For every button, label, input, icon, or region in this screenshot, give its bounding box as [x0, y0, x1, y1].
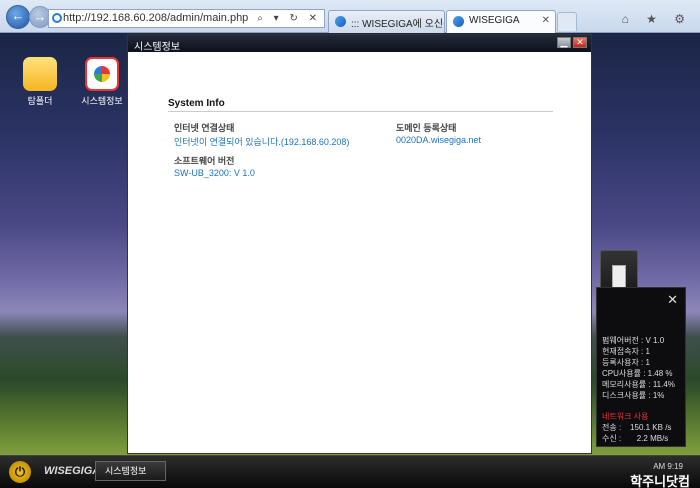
- ie-icon: [52, 13, 62, 23]
- network-usage-title: 네트워크 사용: [602, 412, 649, 421]
- section-title: System Info: [168, 98, 225, 109]
- internet-status-value: 인터넷이 연결되어 있습니다.(192.168.60.208): [174, 137, 350, 147]
- tab-label: ::: WISEGIGA에 오신것을 환영...: [351, 19, 444, 30]
- firmware-row: 펌웨어버전 : V 1.0: [602, 336, 665, 345]
- watermark-text: 학주니닷컴: [630, 474, 690, 488]
- desktop-icon-folder[interactable]: 탐폴더: [18, 57, 62, 107]
- home-favorites-settings-icon[interactable]: ⌂ ★ ⚙: [622, 12, 692, 26]
- system-status-widget: ✕ 펌웨어버전 : V 1.0 현재접속자 : 1 등록사용자 : 1 CPU사…: [596, 287, 686, 447]
- internet-status-label: 인터넷 연결상태: [174, 123, 235, 133]
- tab-favicon-icon: [335, 16, 346, 27]
- new-tab-button[interactable]: [557, 12, 577, 31]
- domain-status-label: 도메인 등록상태: [396, 123, 457, 133]
- system-info-window: 시스템정보 ▁ ✕ System Info 인터넷 연결상태 인터넷이 연결되어 …: [127, 34, 592, 454]
- current-users-row: 현재접속자 : 1: [602, 347, 650, 356]
- brand-logo: WISEGIGA: [44, 465, 101, 477]
- window-content: System Info 인터넷 연결상태 인터넷이 연결되어 있습니다.(192…: [128, 52, 591, 453]
- tab-wisegiga[interactable]: WISEGIGA ✕: [446, 10, 556, 33]
- domain-status-value: 0020DA.wisegiga.net: [396, 135, 482, 145]
- back-button[interactable]: ←: [6, 5, 30, 29]
- desktop-icon-label: 탐폴더: [27, 96, 53, 106]
- address-actions-icon[interactable]: ⌕ ▾ ↻ ✕: [257, 10, 321, 27]
- software-version-value: SW-UB_3200: V 1.0: [174, 168, 255, 178]
- clock: AM 9:19: [653, 462, 683, 471]
- tab-label: WISEGIGA: [469, 15, 520, 26]
- close-button[interactable]: ✕: [573, 37, 587, 48]
- cpu-usage-row: CPU사용률 : 1.48 %: [602, 369, 673, 378]
- system-info-icon: [85, 57, 119, 91]
- url-text: http://192.168.60.208/admin/main.php: [63, 12, 249, 24]
- taskbar: ⏻ WISEGIGA 시스템정보 AM 9:19 학주니닷컴: [0, 455, 700, 488]
- address-bar[interactable]: http://192.168.60.208/admin/main.php ⌕ ▾…: [48, 9, 325, 28]
- minimize-button[interactable]: ▁: [557, 37, 571, 48]
- folder-icon: [23, 57, 57, 91]
- tab-favicon-icon: [453, 16, 464, 27]
- desktop-icon-sysinfo[interactable]: 시스템정보: [80, 57, 124, 107]
- network-receive-row: 수신 : 2.2 MB/s: [602, 434, 669, 443]
- tab-close-icon[interactable]: ✕: [542, 15, 550, 26]
- widget-close-icon[interactable]: ✕: [667, 292, 678, 308]
- section-divider: [168, 111, 553, 112]
- network-send-row: 전송 : 150.1 KB /s: [602, 423, 672, 432]
- software-version-label: 소프트웨어 버전: [174, 156, 235, 166]
- tab-welcome[interactable]: ::: WISEGIGA에 오신것을 환영...: [328, 10, 445, 33]
- disk-usage-row: 디스크사용률 : 1%: [602, 391, 665, 400]
- power-icon[interactable]: ⏻: [9, 461, 31, 483]
- desktop-icon-label: 시스템정보: [81, 96, 123, 106]
- window-titlebar[interactable]: 시스템정보 ▁ ✕: [128, 35, 591, 53]
- taskbar-item-system-info[interactable]: 시스템정보: [95, 461, 166, 481]
- memory-usage-row: 메모리사용률 : 11.4%: [602, 380, 675, 389]
- registered-users-row: 등록사용자 : 1: [602, 358, 650, 367]
- browser-toolbar: ← → http://192.168.60.208/admin/main.php…: [0, 0, 700, 33]
